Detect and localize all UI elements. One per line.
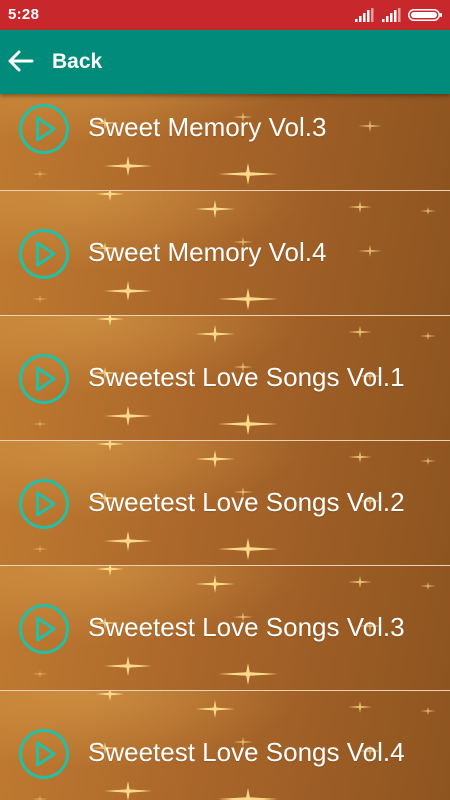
app-bar: Back xyxy=(0,30,450,94)
signal-strength-icon xyxy=(382,8,401,22)
play-circle-icon[interactable] xyxy=(18,603,70,655)
song-list-items: Sweet Memory Vol.3 Sweet Memory Vol.4 Sw… xyxy=(0,94,450,800)
song-title: Sweetest Love Songs Vol.2 xyxy=(88,487,405,517)
list-item[interactable]: Sweetest Love Songs Vol.3 xyxy=(0,566,450,691)
play-circle-icon[interactable] xyxy=(18,353,70,405)
play-circle-icon[interactable] xyxy=(18,478,70,530)
play-circle-icon[interactable] xyxy=(18,728,70,780)
list-item[interactable]: Sweetest Love Songs Vol.4 xyxy=(0,691,450,800)
arrow-left-icon[interactable] xyxy=(5,45,37,77)
list-item[interactable]: Sweetest Love Songs Vol.1 xyxy=(0,316,450,441)
status-time: 5:28 xyxy=(8,6,40,23)
song-title: Sweetest Love Songs Vol.4 xyxy=(88,737,405,767)
list-item[interactable]: Sweet Memory Vol.4 xyxy=(0,191,450,316)
song-list[interactable]: Sweet Memory Vol.3 Sweet Memory Vol.4 Sw… xyxy=(0,94,450,800)
song-title: Sweet Memory Vol.3 xyxy=(88,112,327,142)
song-title: Sweetest Love Songs Vol.1 xyxy=(88,362,405,392)
list-item[interactable]: Sweetest Love Songs Vol.2 xyxy=(0,441,450,566)
status-bar: 5:28 xyxy=(0,0,450,30)
battery-icon xyxy=(408,9,442,21)
signal-strength-icon xyxy=(355,8,374,22)
list-item[interactable]: Sweet Memory Vol.3 xyxy=(0,94,450,191)
back-title[interactable]: Back xyxy=(52,50,102,74)
play-circle-icon[interactable] xyxy=(18,228,70,280)
song-title: Sweet Memory Vol.4 xyxy=(88,237,327,267)
song-title: Sweetest Love Songs Vol.3 xyxy=(88,612,405,642)
play-circle-icon[interactable] xyxy=(18,103,70,155)
